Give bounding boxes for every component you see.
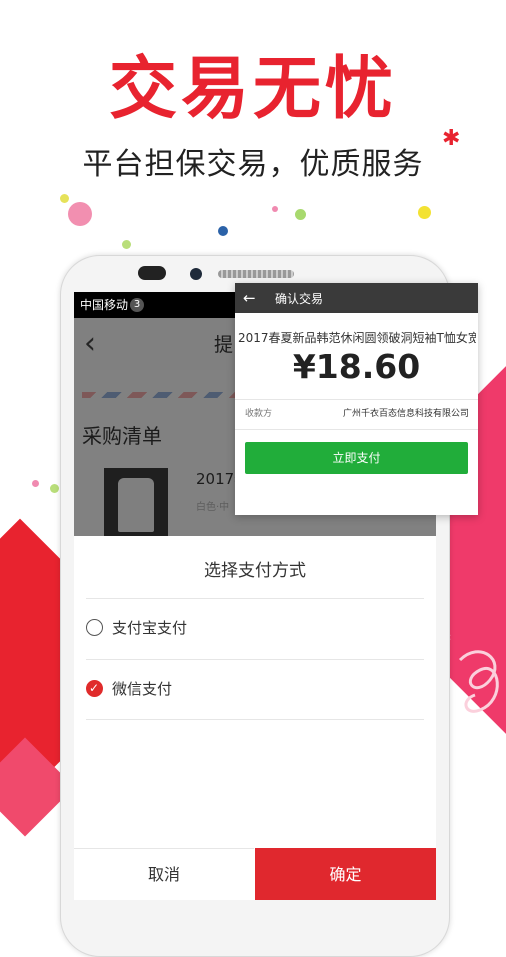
popup-title: 确认交易 [275, 292, 324, 306]
radio-unselected-icon[interactable] [86, 619, 103, 636]
payment-method-sheet: 选择支付方式 支付宝支付 ✓ 微信支付 取消 确定 [74, 536, 436, 900]
decorative-dot [32, 480, 39, 487]
divider [235, 429, 478, 430]
pay-now-button[interactable]: 立即支付 [245, 442, 468, 474]
decorative-ribbon-curl [458, 650, 499, 713]
popup-product-name: 2017春夏新品韩范休闲圆领破洞短袖T恤女宽... [238, 331, 476, 345]
cancel-button[interactable]: 取消 [74, 848, 254, 900]
option-label: 微信支付 [112, 680, 173, 698]
checkmark-icon: ✓ [89, 681, 100, 695]
divider [86, 719, 424, 720]
divider [235, 399, 478, 400]
confirm-button[interactable]: 确定 [255, 848, 436, 900]
phone-sensor [138, 266, 166, 280]
decorative-dot [122, 240, 131, 249]
carrier-label: 中国移动 [80, 298, 129, 312]
decorative-dot [68, 202, 92, 226]
confirm-transaction-card: ← 确认交易 2017春夏新品韩范休闲圆领破洞短袖T恤女宽... ¥18.60 … [235, 283, 478, 515]
back-arrow-icon[interactable]: ← [243, 288, 256, 308]
decorative-dot [418, 206, 431, 219]
radio-selected-icon[interactable]: ✓ [86, 680, 103, 697]
phone-speaker [218, 270, 294, 278]
option-label: 支付宝支付 [112, 619, 188, 637]
option-wechat[interactable]: ✓ 微信支付 [86, 660, 424, 720]
payee-label: 收款方 [245, 409, 273, 419]
decorative-dot [295, 209, 306, 220]
notification-badge: 3 [130, 298, 144, 312]
decorative-dot [60, 194, 69, 203]
phone-camera-icon [190, 268, 202, 280]
payee-value: 广州千衣百态信息科技有限公司 [342, 409, 469, 419]
popup-price: ¥18.60 [292, 347, 421, 386]
promo-subhead: 平台担保交易，优质服务 [82, 147, 424, 182]
option-alipay[interactable]: 支付宝支付 [86, 599, 424, 659]
decorative-dot [272, 206, 278, 212]
promo-headline: 交易无忧 [108, 50, 397, 129]
decorative-dot [218, 226, 228, 236]
sheet-title: 选择支付方式 [204, 561, 306, 581]
popup-header: ← 确认交易 [235, 283, 478, 313]
decorative-dot [50, 484, 59, 493]
